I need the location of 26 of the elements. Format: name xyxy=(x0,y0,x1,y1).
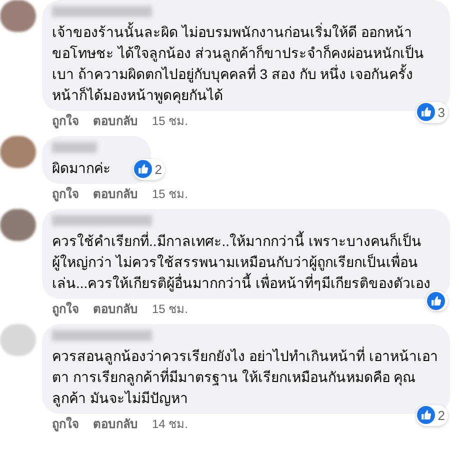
reply-link[interactable]: ตอบกลับ xyxy=(93,112,138,130)
comment-text: ควรใช้คำเรียกที่..มีกาลเทศะ..ให้มากกว่านี้ เพราะบางคนก็เป็นผู้ใหญ่กว่า ไม่ควรใช้สรรพนามเหมือนกับว่าผู้ถูกเรียกเป็นเพื่อนเล่น...ควรให้เกียรติผู้อื่นมากกว่านี้ เพื่อหน้าที่ๆมีเกียรติของตัวเอง xyxy=(52,231,432,294)
reaction-badge[interactable]: 2 xyxy=(132,158,165,180)
like-reaction-icon xyxy=(416,103,435,122)
like-link[interactable]: ถูกใจ xyxy=(52,415,79,433)
like-link[interactable]: ถูกใจ xyxy=(52,185,79,203)
avatar[interactable] xyxy=(0,209,36,241)
reply-link[interactable]: ตอบกลับ xyxy=(93,300,138,318)
reaction-badge[interactable] xyxy=(426,291,448,311)
like-link[interactable]: ถูกใจ xyxy=(52,112,79,130)
blurred-name xyxy=(52,142,97,153)
reply-link[interactable]: ตอบกลับ xyxy=(93,185,138,203)
like-reaction-icon xyxy=(416,406,435,424)
timestamp[interactable]: 14 ชม. xyxy=(152,415,188,433)
reaction-badge[interactable]: 3 xyxy=(416,102,448,123)
avatar[interactable] xyxy=(0,0,36,32)
like-reaction-icon xyxy=(134,160,152,178)
reply-link[interactable]: ตอบกลับ xyxy=(93,415,138,433)
timestamp[interactable]: 15 ชม. xyxy=(152,185,188,203)
avatar[interactable] xyxy=(0,136,36,168)
reaction-badge[interactable]: 2 xyxy=(416,404,448,426)
like-reaction-icon xyxy=(427,292,445,310)
timestamp[interactable]: 15 ชม. xyxy=(152,112,188,130)
like-link[interactable]: ถูกใจ xyxy=(52,300,79,318)
comment-text: ผิดมากค่ะ xyxy=(52,159,111,178)
timestamp[interactable]: 15 ชม. xyxy=(152,300,188,318)
